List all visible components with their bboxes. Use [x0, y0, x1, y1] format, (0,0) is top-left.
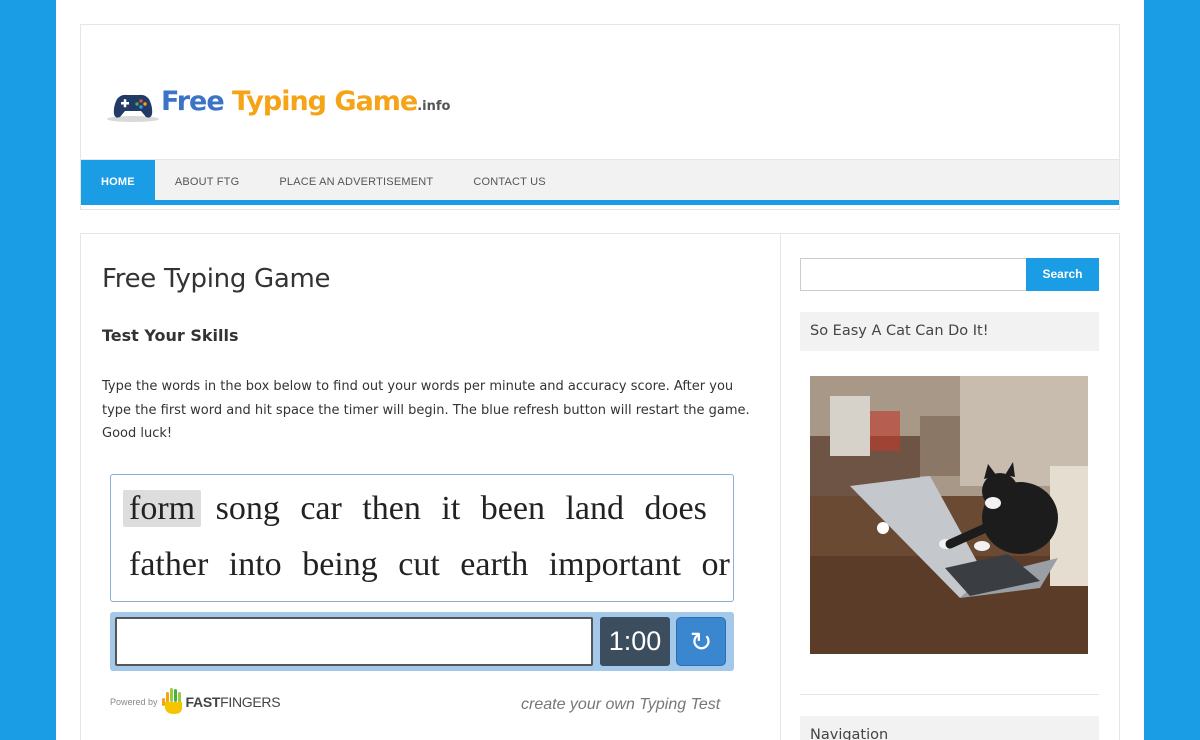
intro-text: Type the words in the box below to find … [102, 379, 750, 441]
create-typing-test-link[interactable]: create your own Typing Test [521, 696, 720, 714]
logo-text: Free Typing Game.info [161, 86, 450, 117]
nav-item-home[interactable]: HOME [81, 160, 155, 205]
refresh-icon: ↻ [689, 627, 713, 658]
word: father [129, 546, 209, 583]
timer-display: 1:00 [600, 617, 670, 666]
page: Free Typing Game.info HOME ABOUT FTG PLA… [56, 0, 1144, 740]
nav-item-about[interactable]: ABOUT FTG [155, 160, 260, 205]
logo-suffix: .info [417, 98, 451, 114]
powered-by[interactable]: Powered by FAST FINGERS [110, 684, 281, 720]
cat-typing-image [810, 376, 1088, 654]
word: being [302, 546, 378, 583]
nav-item-contact[interactable]: CONTACT US [453, 160, 566, 205]
site-logo[interactable]: Free Typing Game.info [103, 81, 450, 129]
sidebar-divider [800, 694, 1099, 695]
nav-item-advertise[interactable]: PLACE AN ADVERTISEMENT [259, 160, 453, 205]
fastfingers-logo: FAST FINGERS [161, 686, 281, 719]
word: important [548, 546, 681, 583]
site-header: Free Typing Game.info HOME ABOUT FTG PLA… [80, 24, 1120, 210]
content-area: Free Typing Game Test Your Skills Type t… [80, 233, 1120, 740]
main-nav: HOME ABOUT FTG PLACE AN ADVERTISEMENT CO… [81, 159, 1119, 205]
powered-by-label: Powered by [110, 697, 158, 707]
fastfingers-fingers: FINGERS [220, 694, 281, 710]
word: earth [460, 546, 529, 583]
widget-title-navigation: Navigation [800, 716, 1099, 740]
word-line-2: father into being cut earth important or [123, 541, 730, 597]
main-column: Free Typing Game Test Your Skills Type t… [81, 234, 781, 740]
word: then [362, 490, 421, 527]
logo-word-free: Free [161, 85, 225, 117]
sidebar: Search So Easy A Cat Can Do It! Navigati… [781, 234, 1119, 740]
word-line-1: form song car then it been land does [123, 485, 721, 541]
typing-input-bar: 1:00 ↻ [110, 612, 734, 671]
logo-word-typing-game: Typing Game [223, 85, 418, 117]
word: it [441, 490, 461, 527]
page-title: Free Typing Game [102, 264, 331, 294]
search-input[interactable] [800, 258, 1028, 291]
refresh-button[interactable]: ↻ [676, 617, 726, 666]
typing-input[interactable] [115, 617, 593, 666]
hand-icon [161, 686, 186, 719]
word: or [701, 546, 730, 583]
word: cut [398, 546, 440, 583]
word: song [215, 490, 280, 527]
current-word: form [123, 490, 202, 527]
word: into [228, 546, 282, 583]
search-button[interactable]: Search [1026, 258, 1099, 291]
fastfingers-fast: FAST [185, 694, 221, 710]
widget-title-cat: So Easy A Cat Can Do It! [800, 312, 1099, 351]
word: been [480, 490, 545, 527]
typing-words-box: form song car then it been land does fat… [110, 474, 734, 602]
word: does [644, 490, 707, 527]
gamepad-icon [103, 83, 159, 127]
section-title: Test Your Skills [102, 326, 239, 345]
word: land [565, 490, 625, 527]
word: car [300, 490, 342, 527]
